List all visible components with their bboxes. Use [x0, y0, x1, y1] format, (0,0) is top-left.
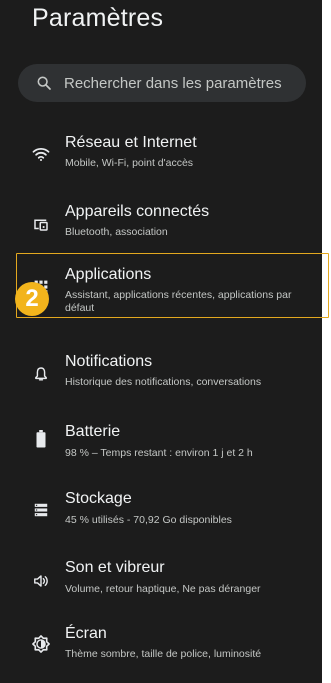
settings-item-label: Stockage — [65, 490, 132, 507]
search-bar[interactable] — [18, 64, 306, 102]
page-title: Paramètres — [32, 4, 164, 32]
settings-item-subtitle: Mobile, Wi-Fi, point d'accès — [65, 157, 194, 169]
bottom-edge — [0, 673, 322, 683]
settings-item-sound[interactable]: Son et vibreur Volume, retour haptique, … — [0, 558, 322, 618]
settings-item-subtitle: 98 % – Temps restant : environ 1 j et 2 … — [65, 447, 253, 459]
settings-item-notifications[interactable]: Notifications Historique des notificatio… — [0, 351, 322, 411]
volume-icon — [32, 572, 50, 590]
settings-item-subtitle: Bluetooth, association — [65, 226, 168, 238]
step-badge: 2 — [15, 282, 49, 316]
storage-icon — [32, 501, 50, 519]
settings-item-label: Notifications — [65, 353, 153, 370]
settings-item-subtitle: 45 % utilisés - 70,92 Go disponibles — [65, 514, 232, 526]
settings-item-label: Appareils connectés — [65, 203, 210, 220]
search-icon — [37, 76, 51, 90]
settings-item-subtitle: Volume, retour haptique, Ne pas déranger — [65, 583, 261, 595]
settings-item-subtitle: Thème sombre, taille de police, luminosi… — [65, 648, 262, 660]
settings-item-label: Batterie — [65, 423, 121, 440]
settings-item-battery[interactable]: Batterie 98 % – Temps restant : environ … — [0, 422, 322, 482]
wifi-icon — [32, 145, 50, 163]
connected-devices-icon — [32, 215, 50, 233]
search-input[interactable] — [64, 74, 294, 92]
settings-item-label: Applications — [65, 266, 152, 283]
brightness-icon — [32, 635, 50, 653]
settings-item-network[interactable]: Réseau et Internet Mobile, Wi-Fi, point … — [0, 132, 322, 192]
settings-item-label: Réseau et Internet — [65, 134, 197, 151]
bell-icon — [32, 365, 50, 383]
settings-screen: Paramètres Réseau et Internet Mobile, Wi… — [0, 0, 322, 683]
battery-icon — [32, 430, 50, 448]
settings-item-subtitle: Historique des notifications, conversati… — [65, 376, 262, 388]
settings-item-subtitle: Assistant, applications récentes, applic… — [65, 289, 292, 314]
settings-item-label: Écran — [65, 625, 107, 642]
settings-item-connected-devices[interactable]: Appareils connectés Bluetooth, associati… — [0, 201, 322, 261]
settings-item-label: Son et vibreur — [65, 559, 165, 576]
settings-item-storage[interactable]: Stockage 45 % utilisés - 70,92 Go dispon… — [0, 489, 322, 549]
